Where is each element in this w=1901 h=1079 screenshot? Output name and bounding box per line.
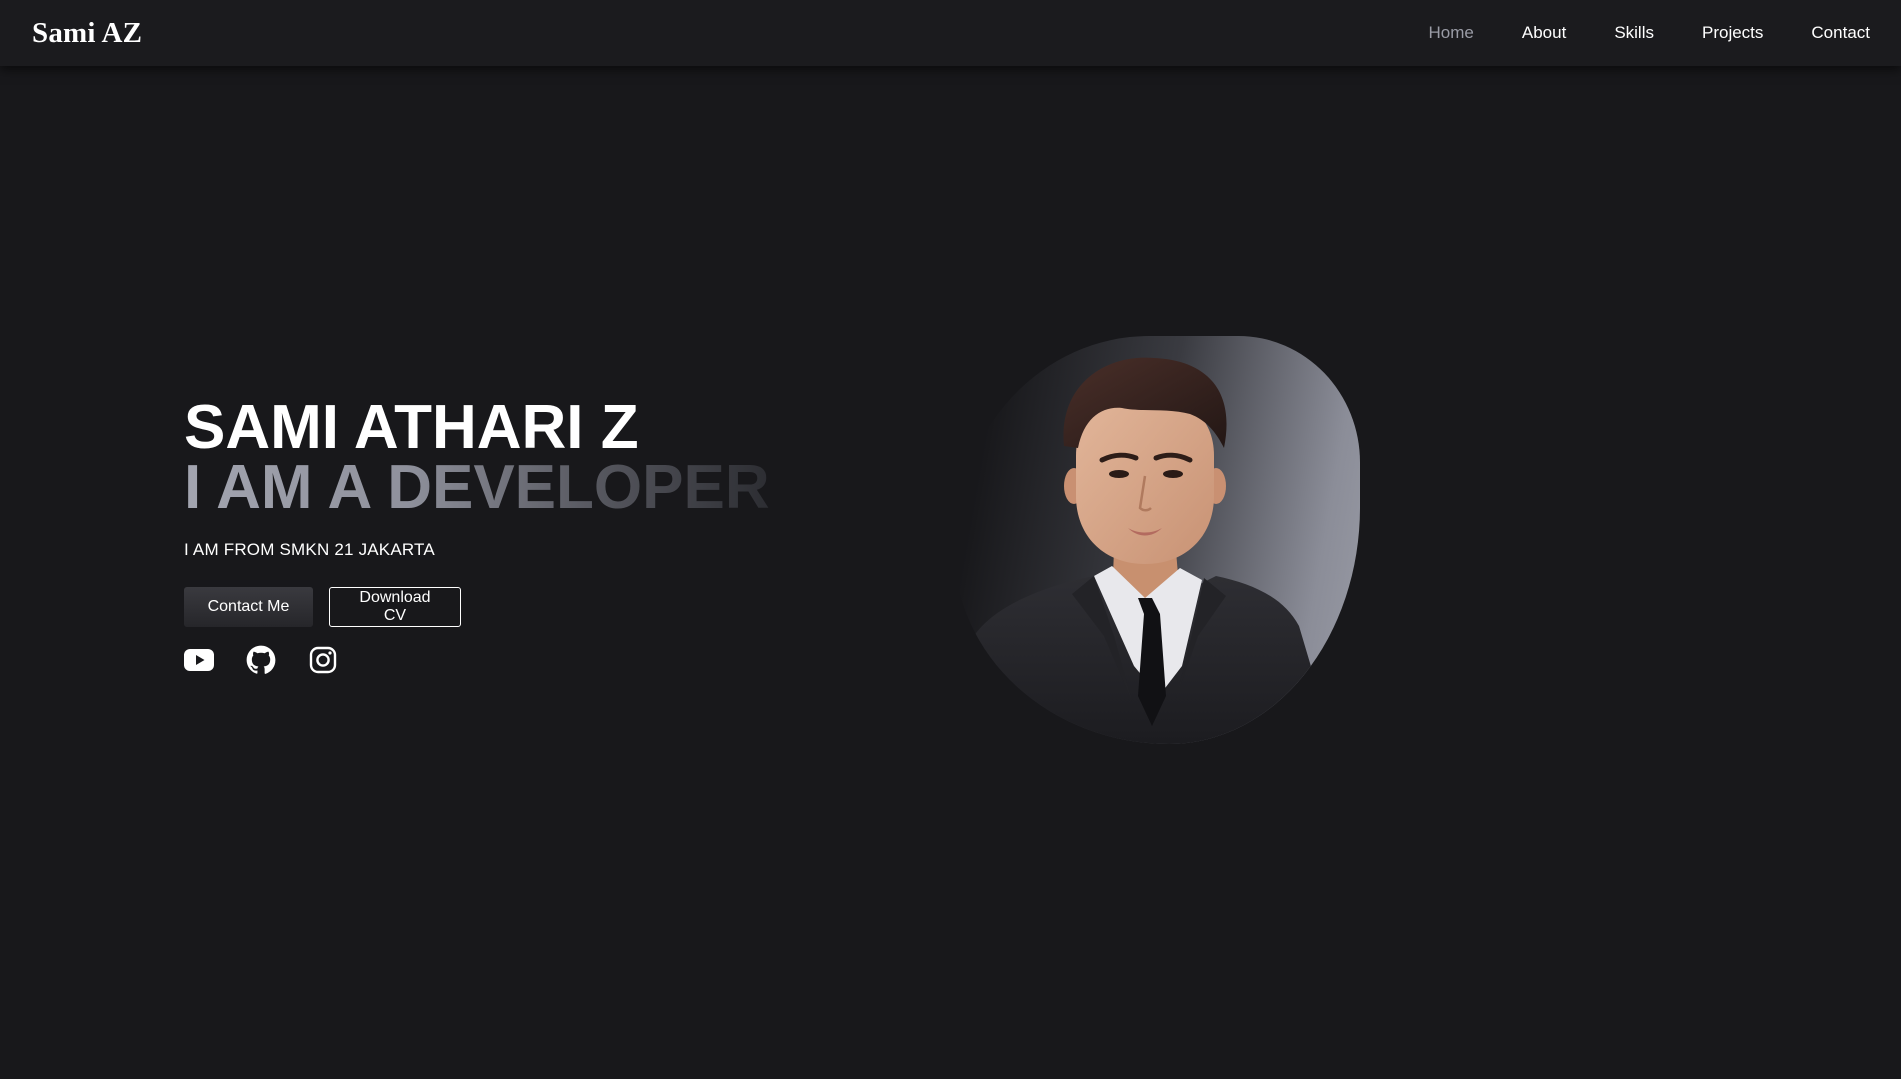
instagram-icon[interactable] [308,645,338,675]
nav-link-home[interactable]: Home [1429,23,1474,43]
nav-links: Home About Skills Projects Contact [1429,23,1870,43]
hero-name: SAMI ATHARI Z [184,393,639,462]
youtube-icon[interactable] [184,645,214,675]
hero-school: I AM FROM SMKN 21 JAKARTA [184,540,435,559]
nav-link-skills[interactable]: Skills [1614,23,1654,43]
profile-portrait-illustration [954,357,1334,744]
site-logo[interactable]: Sami AZ [32,17,142,50]
navbar: Sami AZ Home About Skills Projects Conta… [0,0,1901,66]
instagram-glyph [309,646,337,674]
hero-intro: SAMI ATHARI Z I AM A DEVELOPER I AM FROM… [184,393,804,675]
youtube-glyph [184,649,214,671]
github-icon[interactable] [246,645,276,675]
profile-photo [954,336,1360,744]
hero-role: I AM A DEVELOPER [184,453,770,522]
nav-link-about[interactable]: About [1522,23,1566,43]
nav-link-projects[interactable]: Projects [1702,23,1763,43]
contact-me-button[interactable]: Contact Me [184,587,313,627]
social-links [184,645,804,675]
nav-link-contact[interactable]: Contact [1811,23,1870,43]
github-glyph [246,645,276,674]
download-cv-button[interactable]: Download CV [329,587,461,627]
hero-buttons: Contact Me Download CV [184,587,804,627]
